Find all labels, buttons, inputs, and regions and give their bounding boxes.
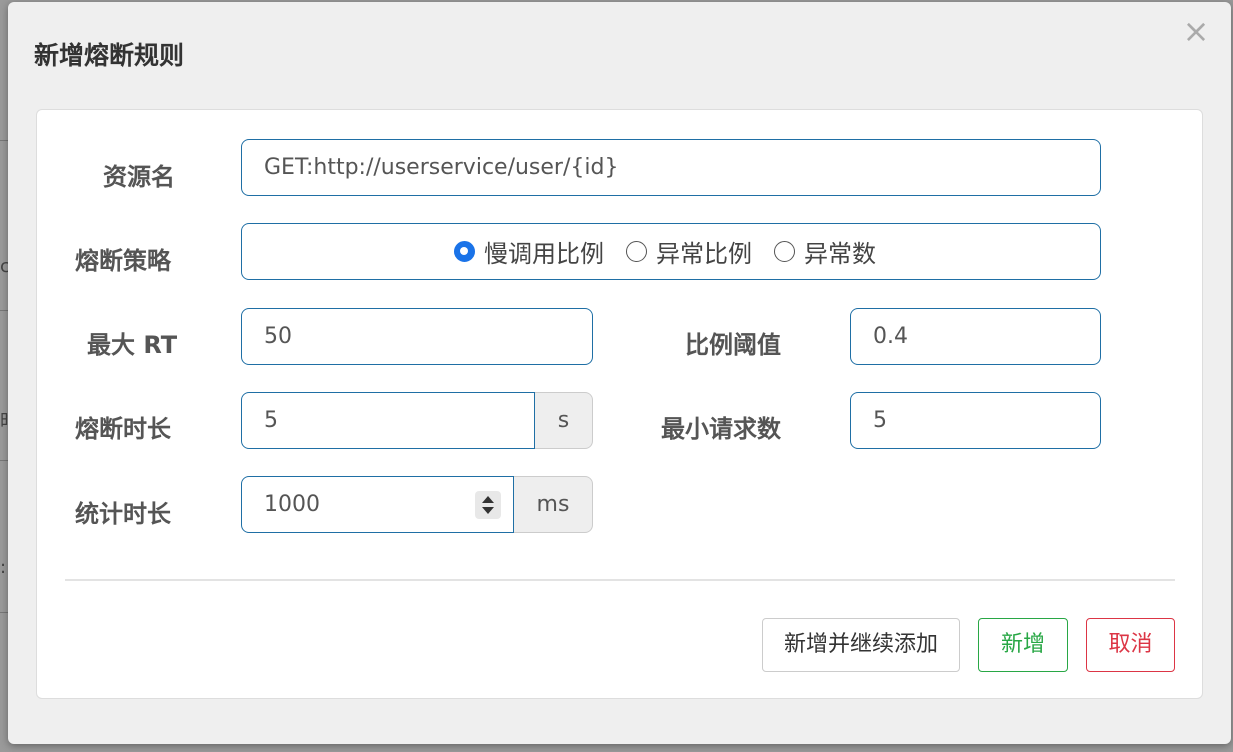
break-duration-input[interactable]: 5 (241, 392, 535, 449)
ratio-threshold-input[interactable]: 0.4 (850, 308, 1101, 365)
background-divider (0, 310, 8, 311)
cancel-button[interactable]: 取消 (1086, 618, 1175, 672)
stat-duration-label: 统计时长 (75, 500, 171, 528)
spinner-down-icon[interactable] (482, 507, 494, 514)
footer-divider (65, 579, 1175, 581)
add-button[interactable]: 新增 (978, 618, 1068, 672)
max-rt-label: 最大 RT (87, 331, 178, 359)
strategy-option-exception-count[interactable]: 异常数 (774, 234, 876, 269)
strategy-option-label: 异常比例 (656, 240, 752, 268)
dialog-title: 新增熔断规则 (34, 41, 185, 70)
radio-unchecked-icon[interactable] (774, 241, 795, 262)
close-icon[interactable]: × (1181, 15, 1211, 47)
strategy-radio-group: 慢调用比例 异常比例 异常数 (454, 224, 898, 279)
strategy-option-label: 慢调用比例 (484, 240, 604, 268)
max-rt-input[interactable]: 50 (241, 308, 593, 365)
radio-unchecked-icon[interactable] (626, 241, 647, 262)
break-duration-unit: s (535, 392, 593, 449)
break-duration-label: 熔断时长 (75, 415, 171, 443)
stat-duration-input[interactable]: 1000 (241, 476, 514, 533)
min-requests-label: 最小请求数 (661, 415, 781, 443)
strategy-option-label: 异常数 (804, 240, 876, 268)
strategy-option-slow-ratio[interactable]: 慢调用比例 (454, 234, 604, 269)
form-card: 资源名 GET:http://userservice/user/{id} 熔断策… (36, 109, 1203, 699)
strategy-label: 熔断策略 (75, 247, 171, 275)
circuit-breaker-rule-dialog: 新增熔断规则 × 资源名 GET:http://userservice/user… (8, 2, 1231, 744)
background-text-fragment: : (0, 557, 7, 578)
min-requests-input[interactable]: 5 (850, 392, 1101, 449)
stat-duration-value: 1000 (264, 492, 320, 517)
add-and-continue-button[interactable]: 新增并继续添加 (762, 618, 960, 672)
spinner-up-icon[interactable] (482, 496, 494, 503)
resource-name-label: 资源名 (103, 163, 175, 191)
background-divider (0, 140, 8, 141)
strategy-option-exception-ratio[interactable]: 异常比例 (626, 234, 752, 269)
stat-duration-unit: ms (514, 476, 593, 533)
radio-checked-icon[interactable] (454, 241, 475, 262)
resource-name-input[interactable]: GET:http://userservice/user/{id} (241, 139, 1101, 196)
number-spinner-icon[interactable] (475, 491, 501, 519)
ratio-threshold-label: 比例阈值 (685, 331, 781, 359)
background-divider (0, 612, 8, 613)
strategy-radio-box: 慢调用比例 异常比例 异常数 (241, 223, 1101, 280)
background-divider (0, 460, 8, 461)
